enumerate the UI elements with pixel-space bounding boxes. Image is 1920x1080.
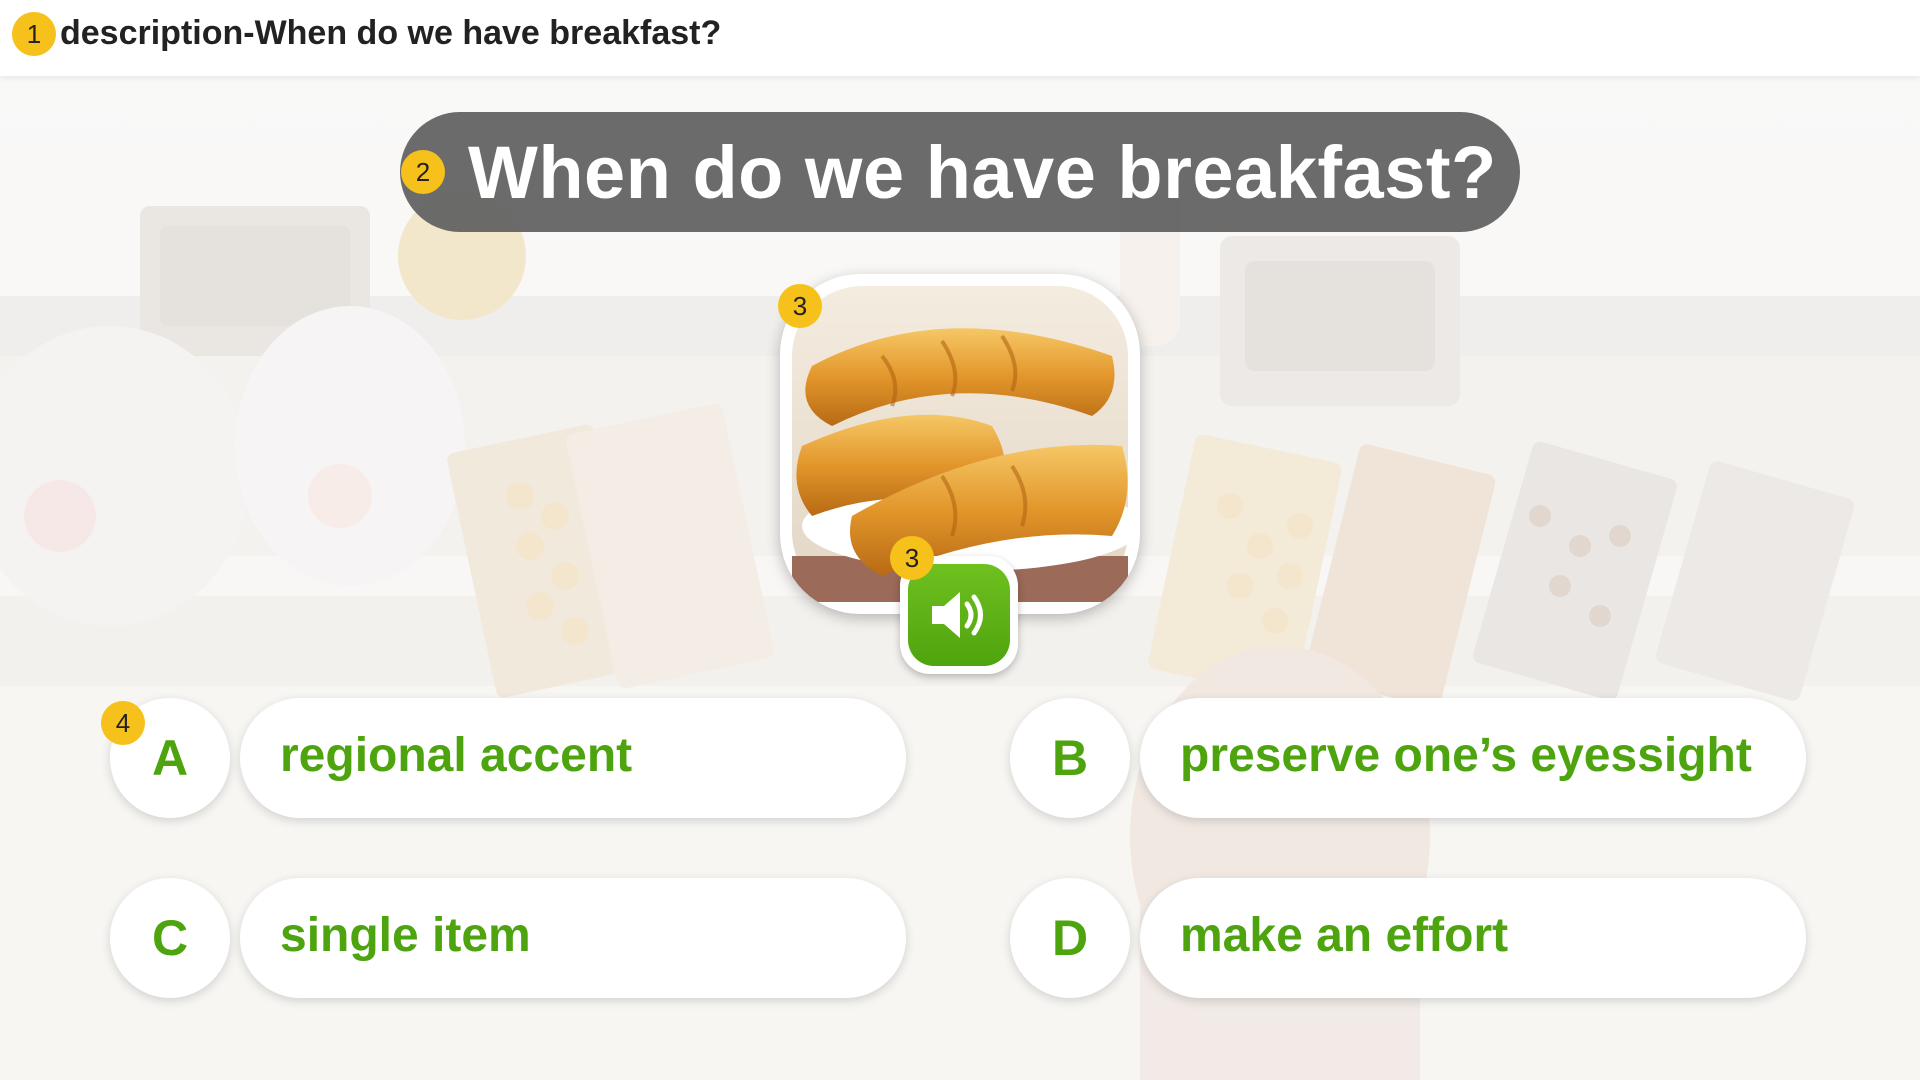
step-marker: 2 [401,150,445,194]
option-text: make an effort [1180,909,1509,962]
option-pill: regional accent [240,698,906,818]
step-marker: 1 [12,12,56,56]
speaker-icon [932,592,983,638]
option-pill: preserve one’s eyessight [1140,698,1806,818]
bread-icon [792,286,1128,602]
option-letter: B [1010,698,1130,818]
option-text: preserve one’s eyessight [1180,729,1752,782]
question-text: When do we have breakfast? [468,131,1497,214]
option-pill: make an effort [1140,878,1806,998]
step-marker: 4 [101,701,145,745]
question-banner: When do we have breakfast? [400,112,1520,232]
option-letter: C [110,878,230,998]
step-marker: 3 [890,536,934,580]
option-text: single item [280,909,531,962]
step-marker: 3 [778,284,822,328]
option-letter: D [1010,878,1130,998]
option-pill: single item [240,878,906,998]
page-title: description-When do we have breakfast? [60,14,722,52]
title-bar: 1 description-When do we have breakfast? [0,0,1920,76]
option-text: regional accent [280,729,633,782]
